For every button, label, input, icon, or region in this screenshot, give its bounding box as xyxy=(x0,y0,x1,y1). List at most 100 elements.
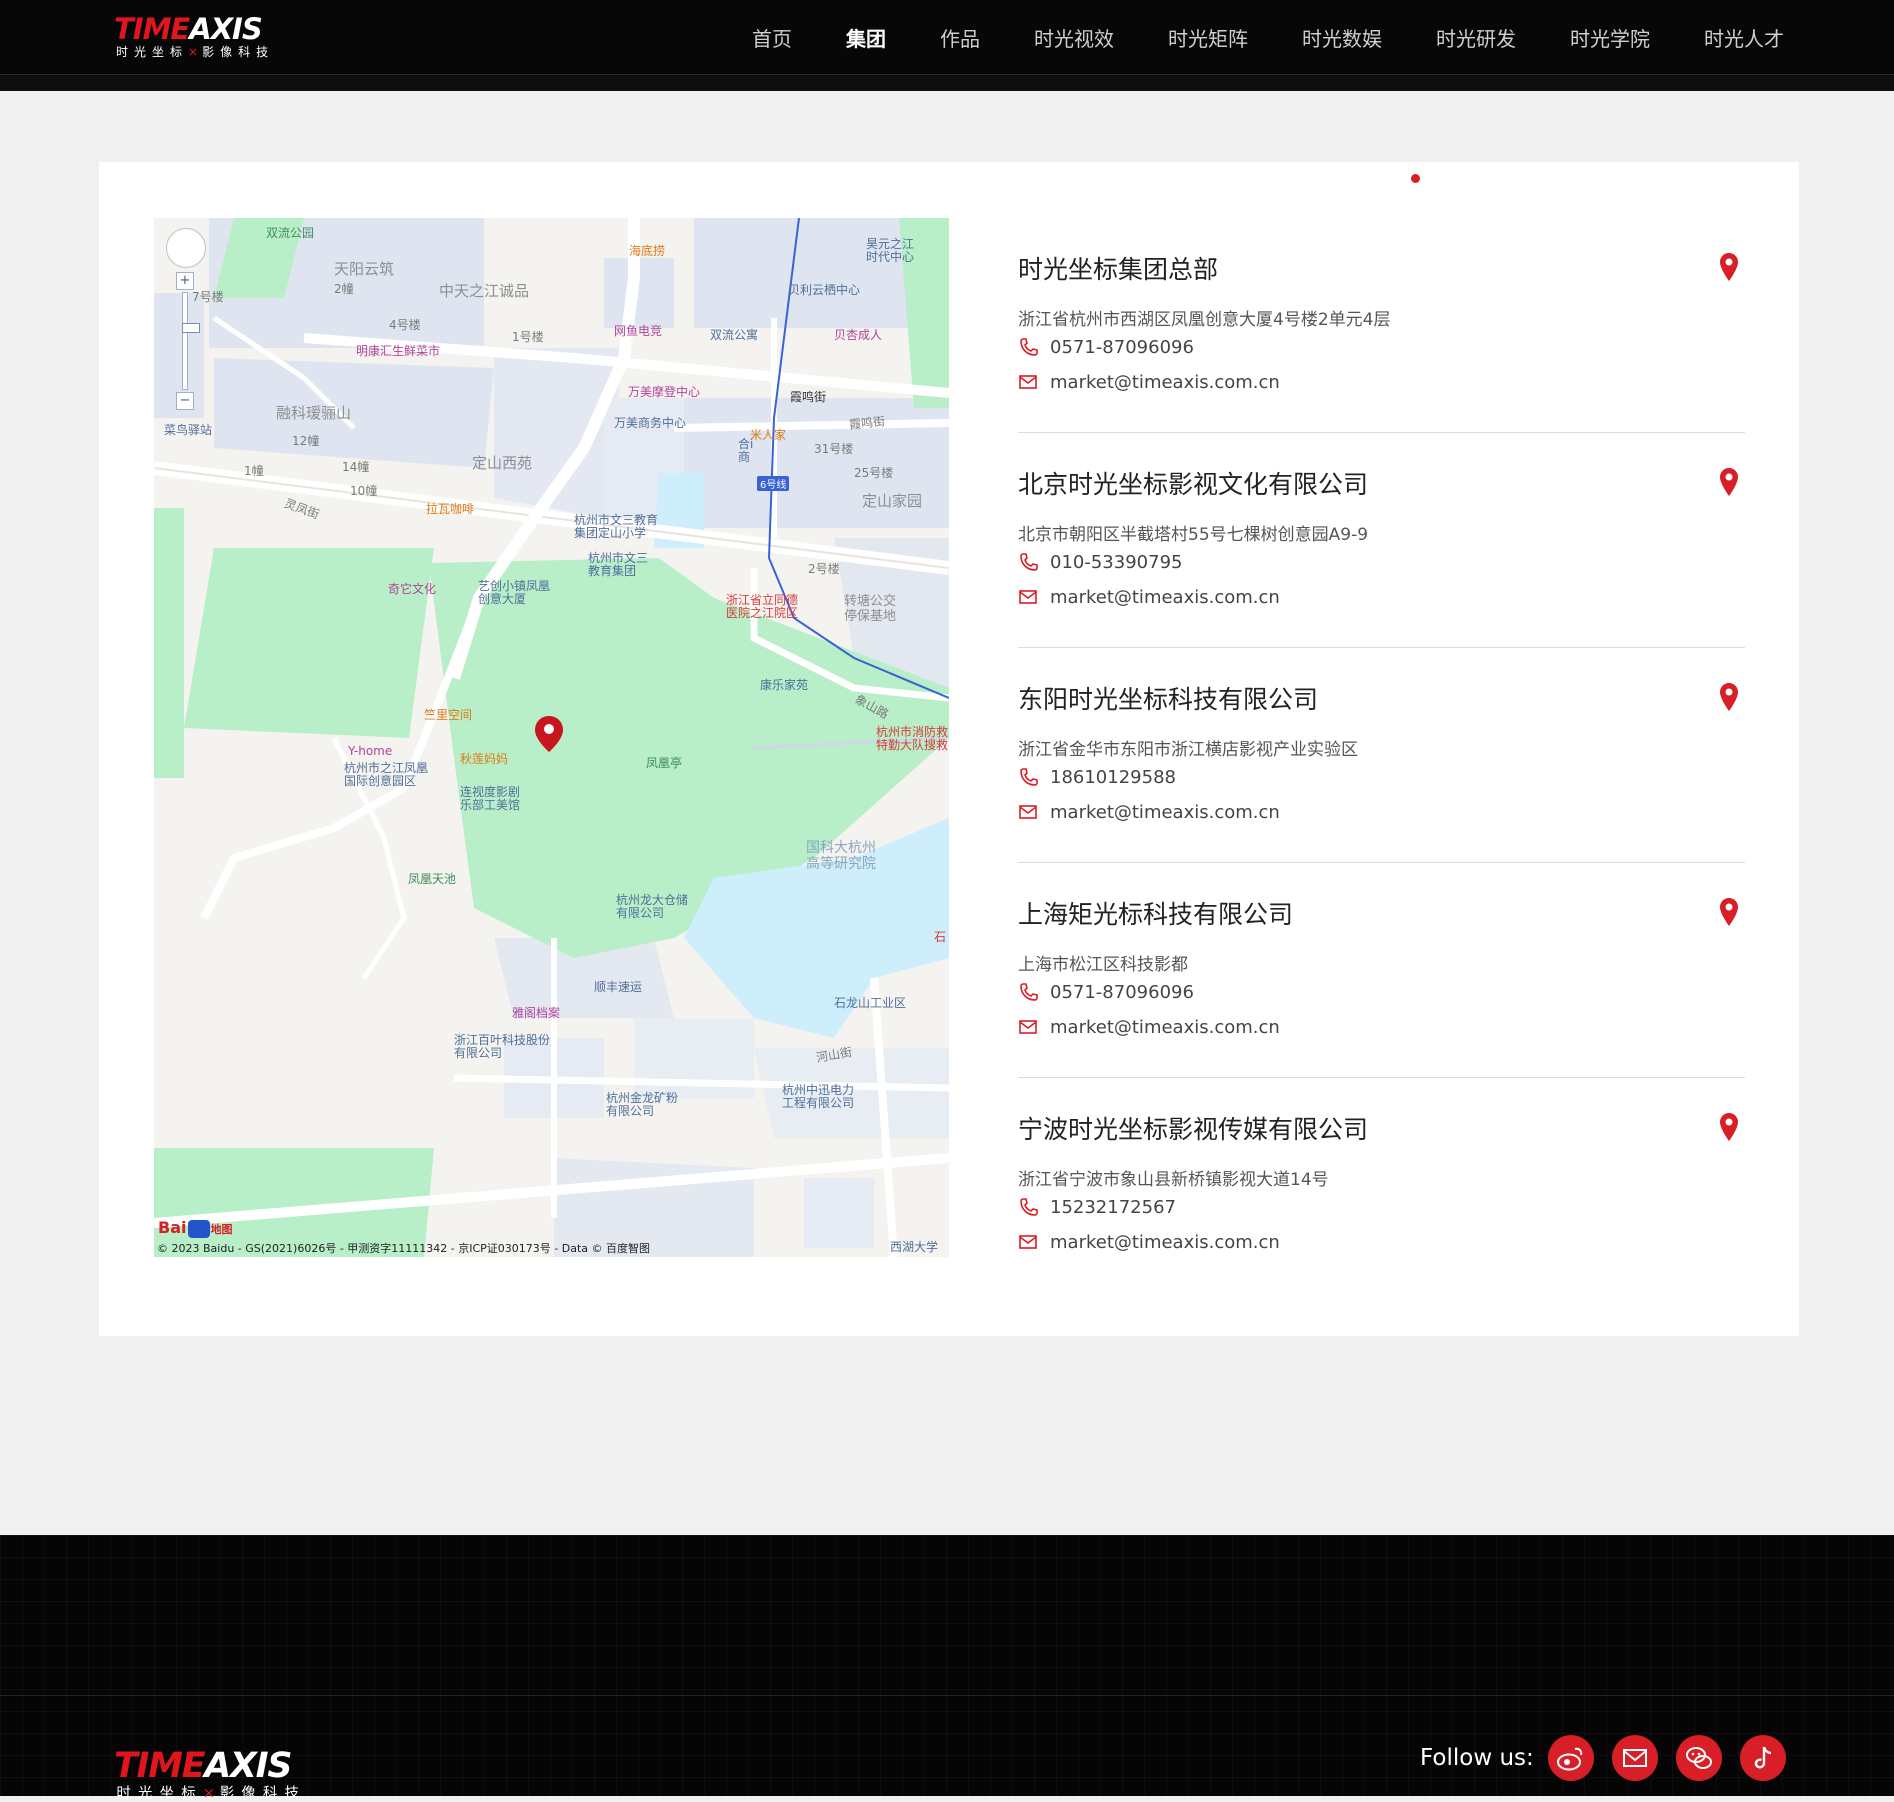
map-label-shi: 石 xyxy=(934,930,947,944)
logo-subtitle-a: 时光坐标 xyxy=(116,45,189,59)
office-item[interactable]: 宁波时光坐标影视传媒有限公司 浙江省宁波市象山县新桥镇影视大道14号 15232… xyxy=(1018,1078,1745,1292)
location-pin-icon[interactable] xyxy=(1719,1112,1739,1142)
map-zoom-out-button[interactable]: − xyxy=(176,392,194,410)
nav-home[interactable]: 首页 xyxy=(752,23,792,52)
baidu-map[interactable]: 双流公园 天阳云筑 中天之江诚品 海底捞 昊元之江 时代中心 贝利云栖中心 7号… xyxy=(154,218,949,1257)
map-label-haidilao: 海底捞 xyxy=(629,244,666,258)
main-nav: 首页 集团 作品 时光视效 时光矩阵 时光数娱 时光研发 时光学院 时光人才 xyxy=(698,0,1784,74)
office-phone: 15232172567 xyxy=(1018,1195,1176,1219)
header-shadow-strip xyxy=(0,75,1894,91)
phone-icon xyxy=(1020,983,1038,1001)
location-pin-icon[interactable] xyxy=(1719,897,1739,927)
logo-word-axis: AXIS xyxy=(204,1744,292,1786)
nav-matrix[interactable]: 时光矩阵 xyxy=(1168,23,1248,52)
office-address: 浙江省杭州市西湖区凤凰创意大厦4号楼2单元4层 xyxy=(1018,310,1391,330)
phone-icon xyxy=(1020,768,1038,786)
footer: TIMEAXIS 时光坐标×影像科技 Follow us: xyxy=(0,1535,1894,1801)
map-zoom-slider-handle[interactable] xyxy=(182,323,200,333)
map-label-qiulian: 秋莲妈妈 xyxy=(460,752,509,766)
map-label-dingshan-west: 定山西苑 xyxy=(472,454,533,472)
map-zoom-in-button[interactable]: + xyxy=(176,272,194,290)
office-email: market@timeaxis.com.cn xyxy=(1018,370,1280,394)
map-copyright: © 2023 Baidu - GS(2021)6026号 - 甲测资字11111… xyxy=(157,1242,651,1255)
logo-word-axis: AXIS xyxy=(189,12,262,46)
map-label-building-1a: 1号楼 xyxy=(512,330,544,344)
map-label-lawa: 拉瓦咖啡 xyxy=(426,502,475,516)
map-label-beixing: 贝杏成人 xyxy=(834,328,883,342)
office-email: market@timeaxis.com.cn xyxy=(1018,800,1280,824)
logo-subtitle-b: 影像科技 xyxy=(219,1784,307,1801)
office-phone: 18610129588 xyxy=(1018,765,1176,789)
nav-talent[interactable]: 时光人才 xyxy=(1704,23,1784,52)
map-location-marker-icon[interactable] xyxy=(534,715,564,753)
slider-indicator-dot[interactable] xyxy=(1411,174,1420,183)
map-label-building-25: 25号楼 xyxy=(854,466,894,480)
office-email: market@timeaxis.com.cn xyxy=(1018,585,1280,609)
nav-works[interactable]: 作品 xyxy=(940,23,980,52)
map-label-jinlong: 杭州金龙矿粉 有限公司 xyxy=(606,1091,679,1118)
mail-icon xyxy=(1019,375,1037,389)
nav-research[interactable]: 时光研发 xyxy=(1436,23,1516,52)
douyin-button[interactable] xyxy=(1740,1735,1786,1781)
nav-vfx[interactable]: 时光视效 xyxy=(1034,23,1114,52)
location-pin-icon[interactable] xyxy=(1719,467,1739,497)
baidu-map-logo[interactable]: Bai 地图 xyxy=(158,1218,232,1238)
map-label-mingkang: 明康汇生鲜菜市 xyxy=(356,344,441,358)
office-name: 宁波时光坐标影视传媒有限公司 xyxy=(1018,1115,1369,1144)
map-label-shunfeng: 顺丰速运 xyxy=(594,980,643,994)
header-logo[interactable]: TIMEAXIS 时光坐标×影像科技 xyxy=(114,12,284,59)
map-label-building-4: 4号楼 xyxy=(389,318,421,332)
map-label-wensan-school: 杭州市文三教育 集团定山小学 xyxy=(574,513,659,540)
mail-icon xyxy=(1019,1235,1037,1249)
map-label-yage: 雅阁档案 xyxy=(512,1006,561,1020)
map-label-building-2b: 2号楼 xyxy=(808,562,840,576)
mail-icon xyxy=(1019,1020,1037,1034)
footer-logo[interactable]: TIMEAXIS 时光坐标×影像科技 xyxy=(114,1744,318,1801)
map-label-fenghuang-park: 杭州市之江凤凰 国际创意园区 xyxy=(344,761,429,788)
map-label-lianshi: 连视度影剧 乐部工美馆 xyxy=(460,785,521,812)
map-label-zhuli: 竺里空间 xyxy=(424,708,473,722)
office-item[interactable]: 时光坐标集团总部 浙江省杭州市西湖区凤凰创意大厦4号楼2单元4层 0571-87… xyxy=(1018,218,1745,433)
footer-divider xyxy=(0,1695,1894,1696)
map-label-yichuang: 艺创小镇凤凰 创意大厦 xyxy=(478,579,551,606)
mail-icon xyxy=(1623,1749,1647,1767)
map-label-qiyi: 奇它文化 xyxy=(388,582,437,596)
office-item[interactable]: 上海矩光标科技有限公司 上海市松江区科技影都 0571-87096096 mar… xyxy=(1018,863,1745,1078)
map-label-tongde: 浙江省立同德 医院之江院区 xyxy=(726,593,799,620)
map-label-building-14: 14幢 xyxy=(342,460,370,474)
map-label-building-1b: 1幢 xyxy=(244,464,264,478)
email-button[interactable] xyxy=(1612,1735,1658,1781)
map-zoom-slider[interactable] xyxy=(182,292,200,390)
map-label-xiaming-station: 霞鸣街 xyxy=(790,390,827,404)
map-label-wanmei-center: 万美摩登中心 xyxy=(628,385,701,399)
map-label-shuangliu-apt: 双流公寓 xyxy=(710,328,759,342)
weibo-button[interactable] xyxy=(1548,1735,1594,1781)
office-item[interactable]: 北京时光坐标影视文化有限公司 北京市朝阳区半截塔村55号七棵树创意园A9-9 0… xyxy=(1018,433,1745,648)
logo-subtitle-separator: × xyxy=(188,45,203,59)
nav-academy[interactable]: 时光学院 xyxy=(1570,23,1650,52)
mail-icon xyxy=(1019,805,1037,819)
nav-group[interactable]: 集团 xyxy=(846,23,886,52)
office-name: 北京时光坐标影视文化有限公司 xyxy=(1018,470,1369,499)
map-label-westlake-uni: 西湖大学 xyxy=(890,1240,939,1254)
top-navigation-bar: TIMEAXIS 时光坐标×影像科技 首页 集团 作品 时光视效 时光矩阵 时光… xyxy=(0,0,1894,75)
office-phone: 0571-87096096 xyxy=(1018,980,1194,1004)
office-name: 时光坐标集团总部 xyxy=(1018,255,1219,284)
map-pan-control[interactable] xyxy=(166,228,206,268)
office-address: 浙江省金华市东阳市浙江横店影视产业实验区 xyxy=(1018,740,1358,760)
wechat-icon xyxy=(1686,1747,1712,1769)
map-label-wanmei-biz: 万美商务中心 xyxy=(614,416,687,430)
logo-subtitle-b: 影像科技 xyxy=(202,45,275,59)
wechat-button[interactable] xyxy=(1676,1735,1722,1781)
office-name: 东阳时光坐标科技有限公司 xyxy=(1018,685,1319,714)
map-label-baiye: 浙江百叶科技股份 有限公司 xyxy=(454,1033,551,1060)
office-address: 浙江省宁波市象山县新桥镇影视大道14号 xyxy=(1018,1170,1329,1190)
phone-icon xyxy=(1020,338,1038,356)
location-pin-icon[interactable] xyxy=(1719,682,1739,712)
map-label-cainiao: 菜鸟驿站 xyxy=(164,423,213,437)
office-item[interactable]: 东阳时光坐标科技有限公司 浙江省金华市东阳市浙江横店影视产业实验区 186101… xyxy=(1018,648,1745,863)
location-pin-icon[interactable] xyxy=(1719,252,1739,282)
nav-digital-entertainment[interactable]: 时光数娱 xyxy=(1302,23,1382,52)
douyin-icon xyxy=(1754,1746,1772,1769)
phone-icon xyxy=(1020,1198,1038,1216)
